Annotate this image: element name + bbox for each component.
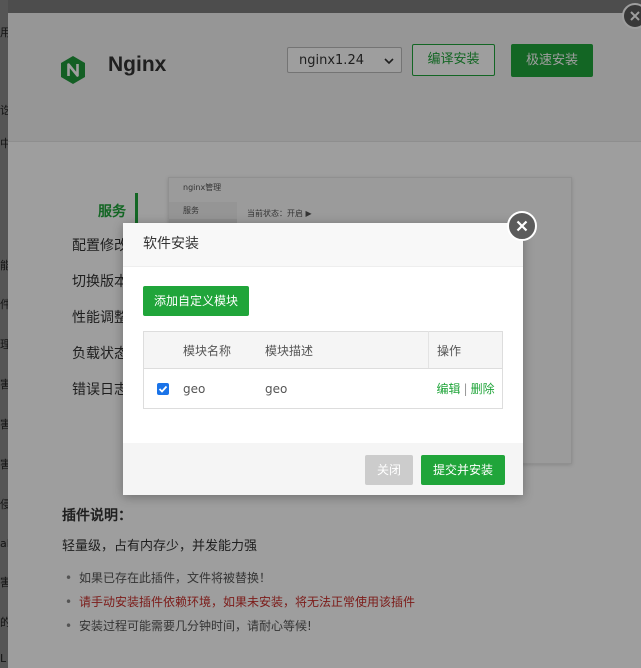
submit-install-button[interactable]: 提交并安装 bbox=[421, 455, 505, 485]
edit-link[interactable]: 编辑 bbox=[437, 382, 461, 396]
module-checkbox[interactable] bbox=[157, 383, 169, 395]
software-install-dialog: 软件安装 添加自定义模块 模块名称 模块描述 操作 geo geo 编辑 | 删… bbox=[123, 211, 537, 495]
module-table: 模块名称 模块描述 操作 geo geo 编辑 | 删除 bbox=[143, 331, 503, 409]
dialog-close-button[interactable] bbox=[507, 211, 537, 241]
checkmark-icon bbox=[158, 385, 168, 393]
column-header: 操作 bbox=[428, 331, 503, 369]
table-header-row: 模块名称 模块描述 操作 bbox=[143, 331, 503, 369]
dialog-footer: 关闭 提交并安装 bbox=[123, 443, 523, 495]
table-row: geo geo 编辑 | 删除 bbox=[144, 369, 503, 409]
dialog-title: 软件安装 bbox=[123, 223, 523, 267]
action-separator: | bbox=[463, 382, 468, 396]
close-icon bbox=[516, 220, 528, 232]
delete-link[interactable]: 删除 bbox=[471, 382, 495, 396]
module-name: geo bbox=[183, 381, 206, 396]
column-header: 模块名称 bbox=[182, 331, 264, 369]
row-select-cell bbox=[144, 369, 183, 409]
select-column-header bbox=[143, 331, 182, 369]
column-header: 模块描述 bbox=[264, 331, 429, 369]
add-custom-module-button[interactable]: 添加自定义模块 bbox=[143, 286, 249, 316]
module-description: geo bbox=[265, 381, 288, 396]
module-actions: 编辑 | 删除 bbox=[429, 369, 503, 409]
close-button[interactable]: 关闭 bbox=[365, 455, 413, 485]
